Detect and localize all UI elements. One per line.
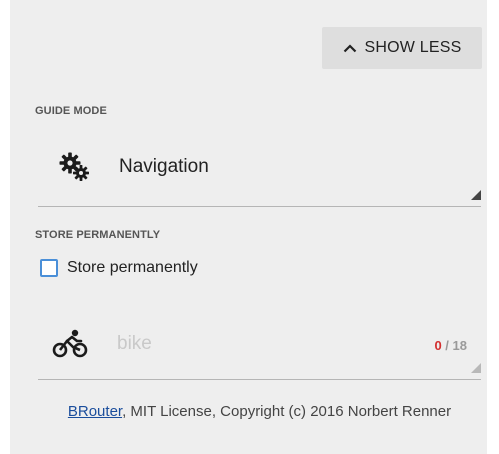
- profile-placeholder: bike: [117, 333, 152, 354]
- guide-mode-select[interactable]: Navigation: [38, 138, 481, 207]
- guide-mode-section-label: GUIDE MODE: [35, 105, 107, 117]
- license-credit: BRouter, MIT License, Copyright (c) 2016…: [38, 402, 481, 421]
- credit-text: , MIT License, Copyright (c) 2016 Norber…: [122, 403, 452, 420]
- profile-input[interactable]: bike 0 / 18: [38, 315, 481, 380]
- store-section-label: STORE PERMANENTLY: [35, 229, 161, 241]
- gears-icon: [58, 151, 92, 188]
- chevron-up-icon: [343, 43, 357, 53]
- store-permanently-checkbox[interactable]: Store permanently: [40, 259, 198, 277]
- guide-mode-value: Navigation: [119, 156, 209, 177]
- counter-max: 18: [452, 338, 467, 353]
- resize-corner-icon: [471, 360, 481, 378]
- show-less-label: SHOW LESS: [364, 39, 462, 56]
- options-panel: SHOW LESS GUIDE MODE Navigation STORE PE…: [10, 0, 487, 454]
- bicycle-icon: [52, 329, 88, 364]
- counter-current: 0: [434, 338, 442, 353]
- counter-separator: /: [441, 338, 453, 353]
- store-permanently-label: Store permanently: [67, 259, 198, 276]
- dropdown-corner-icon: [471, 187, 481, 205]
- show-less-button[interactable]: SHOW LESS: [322, 27, 482, 69]
- character-counter: 0 / 18: [434, 338, 467, 353]
- checkbox-box[interactable]: [40, 259, 58, 277]
- brouter-link[interactable]: BRouter: [68, 403, 122, 420]
